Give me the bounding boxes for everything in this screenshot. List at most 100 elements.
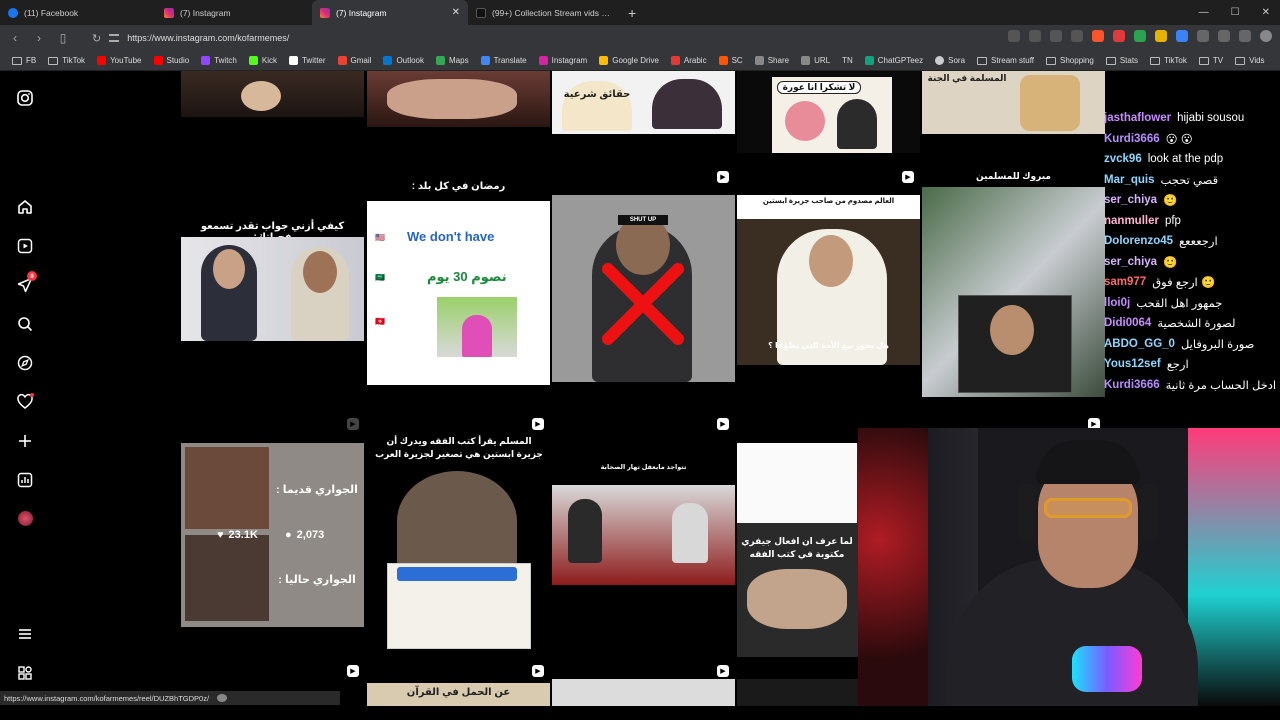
zoom-icon[interactable] <box>1008 30 1020 42</box>
reel-tile[interactable]: تتواجد مايعقل تهار الصحابة <box>552 463 735 587</box>
reel-tile[interactable]: كيفي أزني جواب تقدر تسمعو فحياتك: <box>181 165 364 415</box>
close-tab-icon[interactable]: ✕ <box>452 7 460 18</box>
menu-icon[interactable] <box>16 625 34 643</box>
bookmark-kick[interactable]: Kick <box>243 56 283 65</box>
bookmark-maps[interactable]: Maps <box>430 56 475 65</box>
reels-icon[interactable] <box>16 237 34 255</box>
reel-tile[interactable]: مبروك للمسلمين <box>922 165 1105 405</box>
bookmark-sc[interactable]: SC <box>713 56 749 65</box>
profile-avatar[interactable] <box>1260 30 1272 42</box>
reel-tile[interactable]: المسلم يقرأ كتب الفقه ويدرك أن جزيرة ابس… <box>367 435 550 651</box>
folder-icon <box>48 56 59 65</box>
stream-chat-overlay: jasthaflower hijabi sousou Kurdi3666 😮 😮 z… <box>1104 108 1280 418</box>
tab-tiktok[interactable]: (99+) Collection Stream vids created ... <box>468 0 618 25</box>
bookmark-tiktok-2[interactable]: TikTok <box>1144 56 1193 65</box>
bookmark-translate[interactable]: Translate <box>475 56 533 65</box>
bookmark-label: Sora <box>948 56 966 65</box>
bookmark-youtube[interactable]: YouTube <box>91 56 147 65</box>
site-settings-icon[interactable] <box>109 34 120 42</box>
chat-message: Yous12sef ارجع <box>1104 354 1280 375</box>
youtube-icon <box>97 56 107 65</box>
extensions-puzzle-icon[interactable] <box>1197 30 1209 42</box>
extension-green-icon[interactable] <box>1134 30 1146 42</box>
sidebar-toggle-icon[interactable] <box>1218 30 1230 42</box>
forward-icon[interactable]: › <box>32 31 46 45</box>
close-window-icon[interactable]: ✕ <box>1262 7 1270 18</box>
cast-icon[interactable] <box>1029 30 1041 42</box>
create-icon[interactable] <box>16 432 34 450</box>
reel-tile[interactable] <box>552 679 735 706</box>
reel-tile[interactable]: SHUT UP <box>552 195 735 382</box>
tab-instagram-active[interactable]: (7) Instagram ✕ <box>312 0 468 25</box>
share-icon[interactable] <box>1050 30 1062 42</box>
reel-tile[interactable]: حقائق شرعية <box>552 71 735 134</box>
search-bar <box>397 567 517 581</box>
reel-tile[interactable] <box>367 71 550 127</box>
media-icon[interactable] <box>1239 30 1251 42</box>
bookmark-label: Share <box>767 56 790 65</box>
search-icon[interactable] <box>16 315 34 333</box>
home-icon[interactable] <box>16 198 34 216</box>
bookmark-instagram[interactable]: Instagram <box>533 56 594 65</box>
bookmark-drive[interactable]: Google Drive <box>593 56 665 65</box>
minimize-icon[interactable]: — <box>1199 7 1209 18</box>
bookmark-twitch[interactable]: Twitch <box>195 56 243 65</box>
more-apps-icon[interactable] <box>16 664 34 682</box>
instagram-logo-icon[interactable] <box>16 89 34 107</box>
reel-tile[interactable]: رمضان في كل بلد : 🇺🇸 We don't have 🇸🇦 نص… <box>367 165 550 387</box>
bookmark-label: Translate <box>493 56 527 65</box>
drive-icon <box>599 56 609 65</box>
window-controls: — ☐ ✕ <box>1199 0 1270 25</box>
reel-tile[interactable]: لا تشكرا انا عورة <box>737 71 920 153</box>
rewards-icon[interactable] <box>1113 30 1125 42</box>
bookmark-tn[interactable]: TN <box>836 56 859 65</box>
bookmark-icon[interactable]: ▯ <box>56 31 70 45</box>
bookmark-label: Instagram <box>551 56 588 65</box>
tab-label: (99+) Collection Stream vids created ... <box>492 7 610 18</box>
messages-icon[interactable]: 8 <box>16 271 37 294</box>
bookmark-sora[interactable]: Sora <box>929 56 971 65</box>
bookmark-twitter[interactable]: Twitter <box>283 56 332 65</box>
reel-tile[interactable]: عن الحمل في القرآن <box>367 683 550 706</box>
reel-tile-hovered[interactable]: الجواري قديما : الجواري حاليا : ♥ 23.1K ●… <box>181 443 364 627</box>
profile-avatar[interactable] <box>16 509 34 527</box>
bookmark-outlook[interactable]: Outlook <box>377 56 430 65</box>
bookmark-shopping[interactable]: Shopping <box>1040 56 1100 65</box>
chat-text: لصورة الشخصية <box>1157 318 1236 331</box>
bookmark-stats[interactable]: Stats <box>1100 56 1144 65</box>
extension-blue-icon[interactable] <box>1176 30 1188 42</box>
bookmark-chatgpteez[interactable]: ChatGPTeez <box>859 56 929 65</box>
bookmark-studio[interactable]: Studio <box>148 56 196 65</box>
bookmark-fb[interactable]: FB <box>6 56 42 65</box>
brave-shield-icon[interactable] <box>1092 30 1104 42</box>
bookmark-tiktok[interactable]: TikTok <box>42 56 91 65</box>
reload-icon[interactable]: ↻ <box>92 32 101 45</box>
bookmark-share[interactable]: Share <box>749 56 795 65</box>
back-icon[interactable]: ‹ <box>8 31 22 45</box>
url-field[interactable]: ↻ https://www.instagram.com/kofarmemes/ <box>86 28 1006 48</box>
dashboard-icon[interactable] <box>16 471 34 489</box>
tile-caption: مبروك للمسلمين <box>976 171 1051 181</box>
notifications-heart-icon[interactable] <box>16 393 34 411</box>
reel-tile[interactable] <box>181 71 364 117</box>
folder-icon <box>1046 56 1057 65</box>
new-tab-button[interactable]: + <box>618 5 646 21</box>
maximize-icon[interactable]: ☐ <box>1231 7 1240 18</box>
bookmark-tv[interactable]: TV <box>1193 56 1229 65</box>
folder-icon <box>1235 56 1246 65</box>
bookmark-gmail[interactable]: Gmail <box>332 56 378 65</box>
instagram-sidebar: 8 <box>0 71 50 691</box>
reel-tile[interactable]: العالم مصدوم من صاحب جزيرة ابستين هل يجو… <box>737 195 920 365</box>
bookmark-url[interactable]: URL <box>795 56 836 65</box>
explore-icon[interactable] <box>16 354 34 372</box>
chat-message: Kurdi3666 ادخل الحساب مرة ثانية <box>1104 375 1280 396</box>
extension-yellow-icon[interactable] <box>1155 30 1167 42</box>
bookmark-stream-stuff[interactable]: Stream stuff <box>971 56 1040 65</box>
tab-instagram-1[interactable]: (7) Instagram <box>156 0 312 25</box>
star-icon[interactable] <box>1071 30 1083 42</box>
bookmark-arabic[interactable]: Arabic <box>665 56 713 65</box>
chat-username: ser_chiya <box>1104 255 1158 268</box>
bookmark-vids[interactable]: Vids <box>1229 56 1270 65</box>
tab-facebook[interactable]: (11) Facebook <box>0 0 156 25</box>
reel-tile[interactable]: المسلمة في الجنة <box>922 71 1105 134</box>
